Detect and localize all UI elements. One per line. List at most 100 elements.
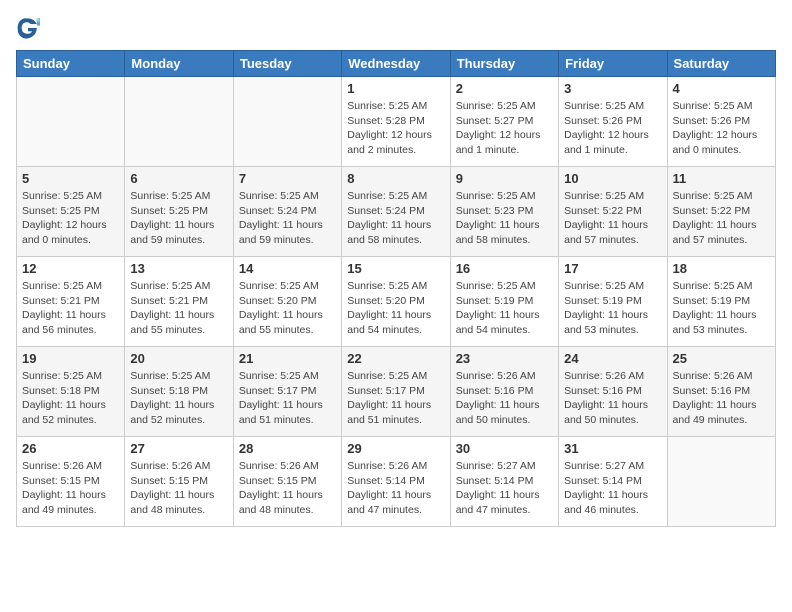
day-info: Sunrise: 5:25 AM Sunset: 5:26 PM Dayligh…: [673, 99, 770, 158]
day-info: Sunrise: 5:25 AM Sunset: 5:18 PM Dayligh…: [130, 369, 227, 428]
logo-icon: [16, 16, 40, 40]
logo: [16, 16, 44, 40]
calendar-cell: 14Sunrise: 5:25 AM Sunset: 5:20 PM Dayli…: [233, 257, 341, 347]
day-info: Sunrise: 5:25 AM Sunset: 5:28 PM Dayligh…: [347, 99, 444, 158]
day-number: 23: [456, 351, 553, 366]
day-info: Sunrise: 5:25 AM Sunset: 5:19 PM Dayligh…: [456, 279, 553, 338]
day-info: Sunrise: 5:25 AM Sunset: 5:23 PM Dayligh…: [456, 189, 553, 248]
weekday-header-tuesday: Tuesday: [233, 51, 341, 77]
calendar-cell: 6 Sunrise: 5:25 AM Sunset: 5:25 PM Daylig…: [125, 167, 233, 257]
day-info: Sunrise: 5:25 AM Sunset: 5:21 PM Dayligh…: [22, 279, 119, 338]
day-info: Sunrise: 5:26 AM Sunset: 5:15 PM Dayligh…: [130, 459, 227, 518]
day-info: Sunrise: 5:26 AM Sunset: 5:16 PM Dayligh…: [564, 369, 661, 428]
weekday-header-friday: Friday: [559, 51, 667, 77]
day-info: Sunrise: 5:25 AM Sunset: 5:25 PM Dayligh…: [130, 189, 227, 248]
calendar-cell: [125, 77, 233, 167]
week-row-3: 12 Sunrise: 5:25 AM Sunset: 5:21 PM Dayli…: [17, 257, 776, 347]
day-info: Sunrise: 5:25 AM Sunset: 5:20 PM Dayligh…: [239, 279, 336, 338]
day-number: 5: [22, 171, 119, 186]
calendar-cell: 20 Sunrise: 5:25 AM Sunset: 5:18 PM Dayli…: [125, 347, 233, 437]
calendar-cell: 13Sunrise: 5:25 AM Sunset: 5:21 PM Dayli…: [125, 257, 233, 347]
day-number: 21: [239, 351, 336, 366]
day-number: 11: [673, 171, 770, 186]
day-info: Sunrise: 5:25 AM Sunset: 5:17 PM Dayligh…: [347, 369, 444, 428]
day-info: Sunrise: 5:25 AM Sunset: 5:22 PM Dayligh…: [673, 189, 770, 248]
day-info: Sunrise: 5:25 AM Sunset: 5:19 PM Dayligh…: [564, 279, 661, 338]
calendar-cell: 5Sunrise: 5:25 AM Sunset: 5:25 PM Daylig…: [17, 167, 125, 257]
week-row-1: 1 Sunrise: 5:25 AM Sunset: 5:28 PM Daylig…: [17, 77, 776, 167]
calendar-cell: 26 Sunrise: 5:26 AM Sunset: 5:15 PM Dayli…: [17, 437, 125, 527]
day-number: 9: [456, 171, 553, 186]
day-number: 1: [347, 81, 444, 96]
calendar-cell: 3Sunrise: 5:25 AM Sunset: 5:26 PM Daylig…: [559, 77, 667, 167]
week-row-2: 5 Sunrise: 5:25 AM Sunset: 5:25 PM Daylig…: [17, 167, 776, 257]
day-info: Sunrise: 5:27 AM Sunset: 5:14 PM Dayligh…: [456, 459, 553, 518]
day-number: 17: [564, 261, 661, 276]
calendar-cell: 17 Sunrise: 5:25 AM Sunset: 5:19 PM Dayli…: [559, 257, 667, 347]
calendar-cell: [17, 77, 125, 167]
weekday-header-sunday: Sunday: [17, 51, 125, 77]
day-number: 6: [130, 171, 227, 186]
day-info: Sunrise: 5:25 AM Sunset: 5:20 PM Dayligh…: [347, 279, 444, 338]
day-info: Sunrise: 5:25 AM Sunset: 5:26 PM Dayligh…: [564, 99, 661, 158]
calendar-cell: [667, 437, 775, 527]
calendar-cell: 8Sunrise: 5:25 AM Sunset: 5:24 PM Daylig…: [342, 167, 450, 257]
week-row-5: 26 Sunrise: 5:26 AM Sunset: 5:15 PM Dayli…: [17, 437, 776, 527]
day-info: Sunrise: 5:25 AM Sunset: 5:24 PM Dayligh…: [347, 189, 444, 248]
calendar-cell: 31 Sunrise: 5:27 AM Sunset: 5:14 PM Dayli…: [559, 437, 667, 527]
calendar-cell: 29 Sunrise: 5:26 AM Sunset: 5:14 PM Dayli…: [342, 437, 450, 527]
day-number: 12: [22, 261, 119, 276]
day-info: Sunrise: 5:25 AM Sunset: 5:24 PM Dayligh…: [239, 189, 336, 248]
day-info: Sunrise: 5:26 AM Sunset: 5:16 PM Dayligh…: [456, 369, 553, 428]
calendar-cell: 12 Sunrise: 5:25 AM Sunset: 5:21 PM Dayli…: [17, 257, 125, 347]
day-number: 25: [673, 351, 770, 366]
day-info: Sunrise: 5:26 AM Sunset: 5:15 PM Dayligh…: [239, 459, 336, 518]
calendar-cell: 15Sunrise: 5:25 AM Sunset: 5:20 PM Dayli…: [342, 257, 450, 347]
calendar-cell: 16Sunrise: 5:25 AM Sunset: 5:19 PM Dayli…: [450, 257, 558, 347]
day-number: 29: [347, 441, 444, 456]
day-info: Sunrise: 5:26 AM Sunset: 5:14 PM Dayligh…: [347, 459, 444, 518]
calendar-cell: 1 Sunrise: 5:25 AM Sunset: 5:28 PM Daylig…: [342, 77, 450, 167]
calendar-cell: 23 Sunrise: 5:26 AM Sunset: 5:16 PM Dayli…: [450, 347, 558, 437]
day-number: 31: [564, 441, 661, 456]
weekday-header-row: SundayMondayTuesdayWednesdayThursdayFrid…: [17, 51, 776, 77]
day-number: 22: [347, 351, 444, 366]
weekday-header-wednesday: Wednesday: [342, 51, 450, 77]
calendar-cell: 9 Sunrise: 5:25 AM Sunset: 5:23 PM Daylig…: [450, 167, 558, 257]
calendar-cell: 19 Sunrise: 5:25 AM Sunset: 5:18 PM Dayli…: [17, 347, 125, 437]
day-number: 27: [130, 441, 227, 456]
week-row-4: 19 Sunrise: 5:25 AM Sunset: 5:18 PM Dayli…: [17, 347, 776, 437]
weekday-header-monday: Monday: [125, 51, 233, 77]
calendar-cell: 21 Sunrise: 5:25 AM Sunset: 5:17 PM Dayli…: [233, 347, 341, 437]
day-info: Sunrise: 5:27 AM Sunset: 5:14 PM Dayligh…: [564, 459, 661, 518]
day-number: 26: [22, 441, 119, 456]
weekday-header-saturday: Saturday: [667, 51, 775, 77]
calendar-body: 1 Sunrise: 5:25 AM Sunset: 5:28 PM Daylig…: [17, 77, 776, 527]
day-info: Sunrise: 5:25 AM Sunset: 5:22 PM Dayligh…: [564, 189, 661, 248]
calendar-cell: 2 Sunrise: 5:25 AM Sunset: 5:27 PM Daylig…: [450, 77, 558, 167]
day-info: Sunrise: 5:25 AM Sunset: 5:17 PM Dayligh…: [239, 369, 336, 428]
weekday-header-thursday: Thursday: [450, 51, 558, 77]
calendar-cell: 24Sunrise: 5:26 AM Sunset: 5:16 PM Dayli…: [559, 347, 667, 437]
day-info: Sunrise: 5:25 AM Sunset: 5:19 PM Dayligh…: [673, 279, 770, 338]
day-info: Sunrise: 5:25 AM Sunset: 5:18 PM Dayligh…: [22, 369, 119, 428]
day-info: Sunrise: 5:26 AM Sunset: 5:16 PM Dayligh…: [673, 369, 770, 428]
day-info: Sunrise: 5:25 AM Sunset: 5:27 PM Dayligh…: [456, 99, 553, 158]
calendar-table: SundayMondayTuesdayWednesdayThursdayFrid…: [16, 50, 776, 527]
day-number: 18: [673, 261, 770, 276]
calendar-cell: 28 Sunrise: 5:26 AM Sunset: 5:15 PM Dayli…: [233, 437, 341, 527]
day-number: 4: [673, 81, 770, 96]
day-number: 10: [564, 171, 661, 186]
day-number: 19: [22, 351, 119, 366]
day-number: 20: [130, 351, 227, 366]
calendar-cell: 30 Sunrise: 5:27 AM Sunset: 5:14 PM Dayli…: [450, 437, 558, 527]
page-header: [16, 16, 776, 40]
day-number: 13: [130, 261, 227, 276]
calendar-cell: 4 Sunrise: 5:25 AM Sunset: 5:26 PM Daylig…: [667, 77, 775, 167]
calendar-cell: 11 Sunrise: 5:25 AM Sunset: 5:22 PM Dayli…: [667, 167, 775, 257]
day-info: Sunrise: 5:26 AM Sunset: 5:15 PM Dayligh…: [22, 459, 119, 518]
calendar-cell: 27 Sunrise: 5:26 AM Sunset: 5:15 PM Dayli…: [125, 437, 233, 527]
day-number: 28: [239, 441, 336, 456]
day-number: 2: [456, 81, 553, 96]
day-number: 30: [456, 441, 553, 456]
